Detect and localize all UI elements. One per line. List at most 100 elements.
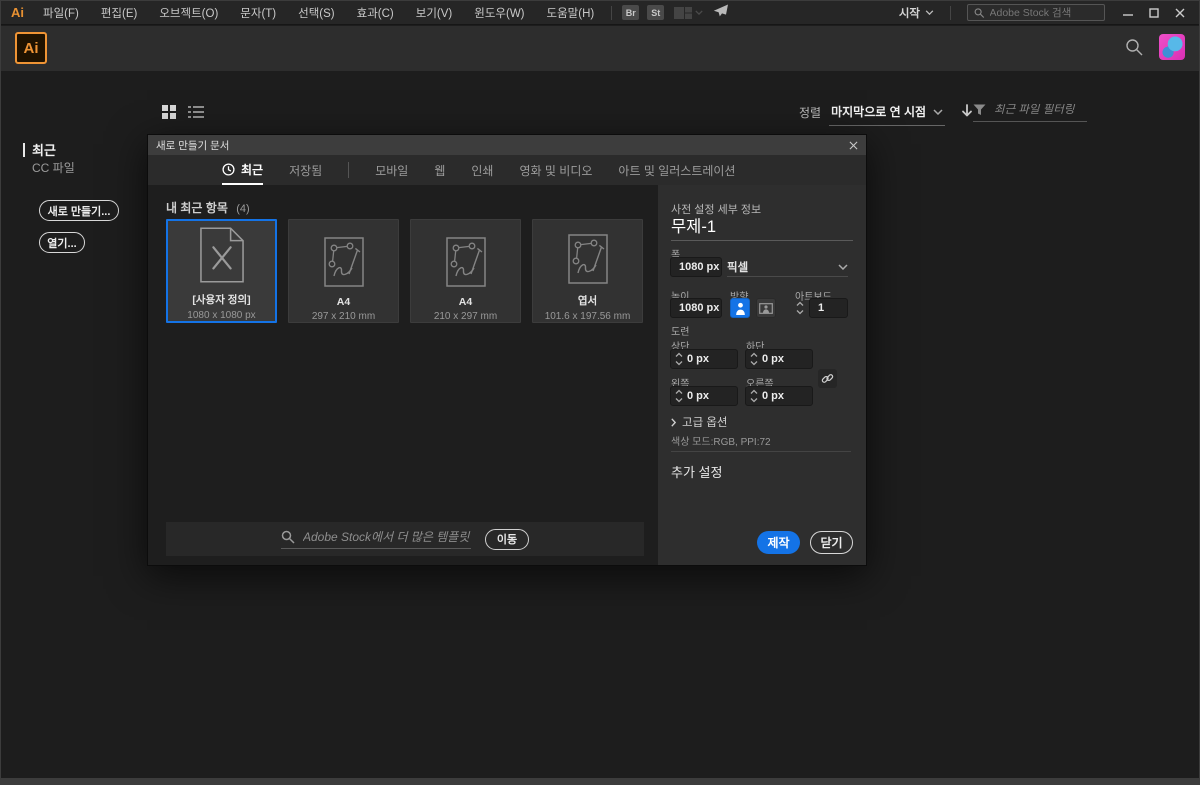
document-name-field[interactable] <box>671 215 853 241</box>
workspace-switcher-icon[interactable] <box>674 7 703 19</box>
tab-web[interactable]: 웹 <box>434 155 445 185</box>
template-doc-icon <box>324 237 364 287</box>
stock-search-input[interactable] <box>990 7 1099 19</box>
share-paper-plane-icon[interactable] <box>713 4 729 22</box>
menu-file[interactable]: 파일(F) <box>32 5 90 21</box>
card-a4-landscape[interactable]: A4 297 x 210 mm <box>288 219 399 323</box>
close-button[interactable] <box>1167 3 1193 23</box>
clock-icon <box>222 163 235 176</box>
chevron-right-icon <box>671 418 676 427</box>
height-field[interactable] <box>670 298 722 318</box>
stepper-icon[interactable] <box>671 351 687 367</box>
search-icon <box>974 7 985 19</box>
stock-template-search[interactable] <box>281 530 471 549</box>
tab-art-illustration[interactable]: 아트 및 일러스트레이션 <box>618 155 735 185</box>
filter-input[interactable] <box>994 104 1084 116</box>
window-frame-bottom <box>1 778 1199 784</box>
close-dialog-button[interactable]: 닫기 <box>810 531 853 554</box>
go-button[interactable]: 이동 <box>485 529 529 550</box>
recent-items-header: 내 최근 항목 (4) <box>166 199 250 216</box>
card-postcard[interactable]: 엽서 101.6 x 197.56 mm <box>532 219 643 323</box>
tab-saved[interactable]: 저장됨 <box>289 155 322 185</box>
menu-object[interactable]: 오브젝트(O) <box>148 5 229 21</box>
unit-dropdown[interactable]: 픽셀 <box>727 257 848 277</box>
menu-view[interactable]: 보기(V) <box>405 5 464 21</box>
artboards-field[interactable] <box>809 298 848 318</box>
sort-label: 정렬 <box>799 103 821 121</box>
menu-window[interactable]: 윈도우(W) <box>463 5 535 21</box>
open-button[interactable]: 열기... <box>39 232 85 253</box>
new-document-button[interactable]: 새로 만들기... <box>39 200 119 221</box>
menu-edit[interactable]: 편집(E) <box>90 5 149 21</box>
sort-value: 마지막으로 연 시점 <box>831 103 926 120</box>
recent-files-filter[interactable] <box>973 104 1087 122</box>
card-name: A4 <box>337 296 350 308</box>
color-mode-info: 색상 모드:RGB, PPI:72 <box>671 433 771 448</box>
start-label: 시작 <box>899 5 920 21</box>
artboards-stepper[interactable] <box>795 298 805 318</box>
menu-type[interactable]: 문자(T) <box>229 5 287 21</box>
menu-select[interactable]: 선택(S) <box>287 5 346 21</box>
illustrator-logo: Ai <box>15 32 47 64</box>
menu-help[interactable]: 도움말(H) <box>536 5 606 21</box>
bleed-right-field[interactable]: 0 px <box>745 386 813 406</box>
tab-recent[interactable]: 최근 <box>222 155 263 185</box>
sort-direction-button[interactable] <box>961 103 973 123</box>
card-custom-preset[interactable]: [사용자 정의] 1080 x 1080 px <box>166 219 277 323</box>
arrow-down-icon <box>961 104 973 118</box>
card-dimensions: 297 x 210 mm <box>312 311 375 322</box>
user-avatar[interactable] <box>1159 34 1185 60</box>
menu-effect[interactable]: 효과(C) <box>346 5 405 21</box>
orientation-landscape-button[interactable] <box>756 298 776 318</box>
maximize-button[interactable] <box>1141 3 1167 23</box>
minimize-button[interactable] <box>1115 3 1141 23</box>
grid-view-icon[interactable] <box>162 105 176 119</box>
bleed-label: 도련 <box>671 323 689 338</box>
create-button[interactable]: 제작 <box>757 531 800 554</box>
filter-funnel-icon <box>973 104 986 116</box>
width-field[interactable] <box>670 257 722 277</box>
stepper-icon[interactable] <box>671 388 687 404</box>
bridge-icon[interactable]: Br <box>622 5 639 20</box>
dialog-titlebar: 새로 만들기 문서 <box>148 135 866 155</box>
orientation-portrait-button[interactable] <box>730 298 750 318</box>
list-view-icon[interactable] <box>188 105 204 119</box>
stock-template-input[interactable] <box>303 530 471 544</box>
view-toggles <box>162 105 204 119</box>
template-doc-icon <box>568 234 608 284</box>
tab-mobile[interactable]: 모바일 <box>375 155 408 185</box>
os-titlebar: Ai 파일(F) 편집(E) 오브젝트(O) 문자(T) 선택(S) 효과(C)… <box>1 1 1199 25</box>
header-right <box>1125 34 1185 60</box>
sort-dropdown[interactable]: 마지막으로 연 시점 <box>829 103 945 126</box>
card-name: 엽서 <box>578 293 597 308</box>
tab-film-video[interactable]: 영화 및 비디오 <box>519 155 592 185</box>
bleed-top-value: 0 px <box>687 353 709 365</box>
card-dimensions: 101.6 x 197.56 mm <box>545 311 631 322</box>
titlebar-right: 시작 <box>889 3 1193 23</box>
advanced-options-expander[interactable]: 고급 옵션 <box>671 414 728 430</box>
card-a4-portrait[interactable]: A4 210 x 297 mm <box>410 219 521 323</box>
bleed-bottom-field[interactable]: 0 px <box>745 349 813 369</box>
tab-print[interactable]: 인쇄 <box>471 155 493 185</box>
dialog-body: 내 최근 항목 (4) [사용자 정의] 1080 x 1080 px <box>148 185 660 565</box>
stock-icon[interactable]: St <box>647 5 664 20</box>
stepper-icon[interactable] <box>746 351 762 367</box>
dialog-title: 새로 만들기 문서 <box>156 138 229 153</box>
search-icon[interactable] <box>1125 38 1143 56</box>
stock-search-box[interactable] <box>967 4 1105 21</box>
bleed-bottom-value: 0 px <box>762 353 784 365</box>
stepper-icon[interactable] <box>746 388 762 404</box>
more-settings-link[interactable]: 추가 설정 <box>671 462 722 481</box>
landscape-icon <box>759 303 773 314</box>
chevron-down-icon <box>838 264 848 270</box>
bleed-top-field[interactable]: 0 px <box>670 349 738 369</box>
close-icon <box>849 141 858 150</box>
bleed-left-field[interactable]: 0 px <box>670 386 738 406</box>
bleed-link-button[interactable] <box>818 369 837 388</box>
start-dropdown[interactable]: 시작 <box>889 5 944 21</box>
sidebar-item-cc-files[interactable]: CC 파일 <box>32 159 75 176</box>
unit-value: 픽셀 <box>727 259 748 275</box>
card-name: [사용자 정의] <box>192 292 250 307</box>
sidebar-item-recent[interactable]: 최근 <box>23 140 56 159</box>
dialog-close-button[interactable] <box>849 141 858 150</box>
